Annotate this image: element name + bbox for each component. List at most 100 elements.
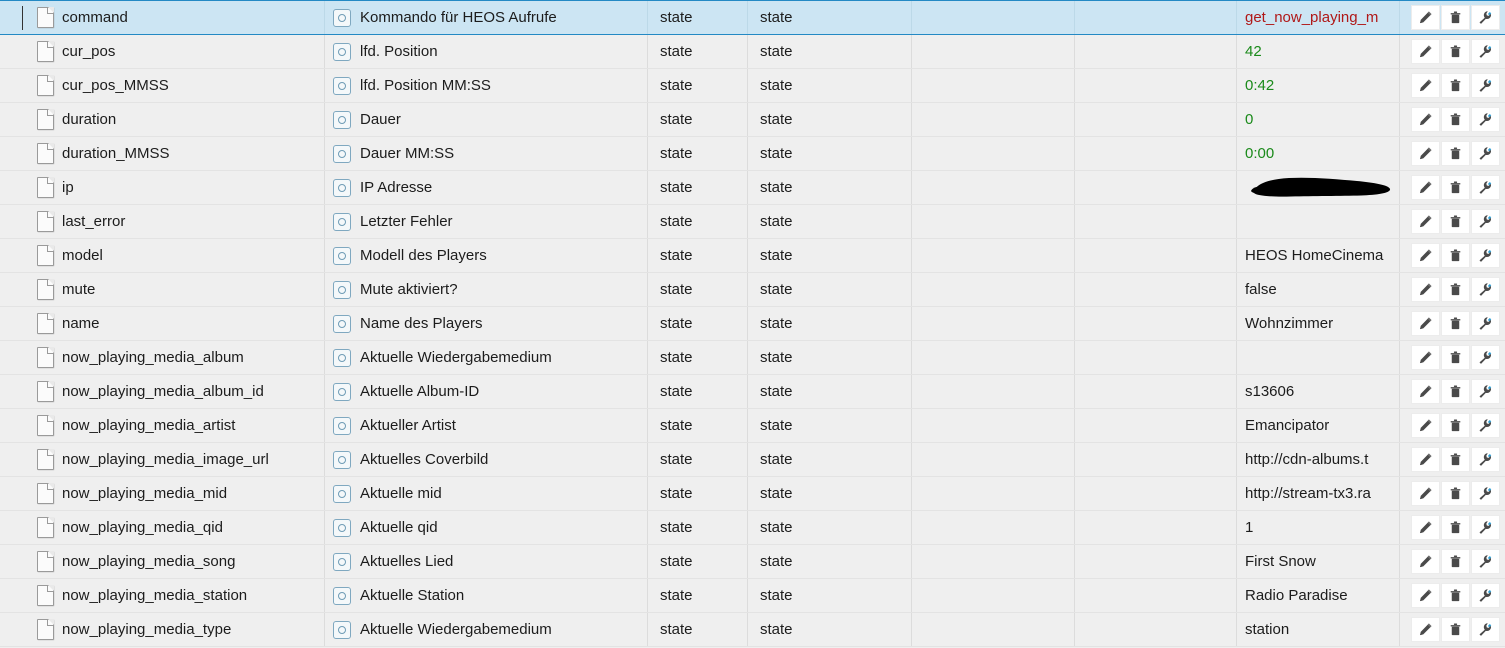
- table-row[interactable]: cur_pos_MMSS lfd. Position MM:SS state stat…: [0, 69, 1505, 103]
- table-row[interactable]: name Name des Players state state Wohnzimmer: [0, 307, 1505, 341]
- edit-button[interactable]: [1411, 209, 1440, 234]
- settings-button[interactable]: [1471, 141, 1500, 166]
- object-role: state: [660, 383, 693, 400]
- delete-button[interactable]: [1441, 583, 1470, 608]
- settings-button[interactable]: [1471, 243, 1500, 268]
- edit-button[interactable]: [1411, 243, 1440, 268]
- delete-button[interactable]: [1441, 549, 1470, 574]
- table-row[interactable]: now_playing_media_type Aktuelle Wiedergab…: [0, 613, 1505, 647]
- cell-empty-1: [912, 103, 1075, 136]
- cell-empty-2: [1075, 307, 1237, 340]
- edit-button[interactable]: [1411, 39, 1440, 64]
- delete-button[interactable]: [1441, 515, 1470, 540]
- object-type: state: [760, 213, 793, 230]
- edit-button[interactable]: [1411, 447, 1440, 472]
- delete-button[interactable]: [1441, 447, 1470, 472]
- settings-button[interactable]: [1471, 379, 1500, 404]
- edit-button[interactable]: [1411, 413, 1440, 438]
- table-row[interactable]: command Kommando für HEOS Aufrufe state sta…: [0, 0, 1505, 35]
- cell-value: get_now_playing_m: [1237, 1, 1400, 34]
- table-row[interactable]: model Modell des Players state state HEOS Ho…: [0, 239, 1505, 273]
- object-type: state: [760, 43, 793, 60]
- edit-button[interactable]: [1411, 141, 1440, 166]
- table-row[interactable]: now_playing_media_album Aktuelle Wiederga…: [0, 341, 1505, 375]
- table-row[interactable]: ip IP Adresse state state: [0, 171, 1505, 205]
- edit-button[interactable]: [1411, 549, 1440, 574]
- object-value: 1: [1245, 519, 1254, 536]
- delete-button[interactable]: [1441, 243, 1470, 268]
- table-row[interactable]: now_playing_media_artist Aktueller Artist…: [0, 409, 1505, 443]
- table-row[interactable]: now_playing_media_mid Aktuelle mid state st…: [0, 477, 1505, 511]
- cell-type: state: [748, 1, 912, 34]
- delete-button[interactable]: [1441, 345, 1470, 370]
- delete-button[interactable]: [1441, 39, 1470, 64]
- edit-button[interactable]: [1411, 515, 1440, 540]
- delete-button[interactable]: [1441, 107, 1470, 132]
- table-row[interactable]: now_playing_media_image_url Aktuelles Cov…: [0, 443, 1505, 477]
- delete-button[interactable]: [1441, 413, 1470, 438]
- edit-button[interactable]: [1411, 379, 1440, 404]
- delete-button[interactable]: [1441, 277, 1470, 302]
- edit-button[interactable]: [1411, 481, 1440, 506]
- table-row[interactable]: last_error Letzter Fehler state state: [0, 205, 1505, 239]
- table-row[interactable]: now_playing_media_station Aktuelle Statio…: [0, 579, 1505, 613]
- delete-button[interactable]: [1441, 73, 1470, 98]
- delete-button[interactable]: [1441, 5, 1470, 30]
- delete-button[interactable]: [1441, 481, 1470, 506]
- delete-button[interactable]: [1441, 141, 1470, 166]
- object-description: Name des Players: [360, 315, 483, 332]
- cell-role: state: [648, 341, 748, 374]
- settings-button[interactable]: [1471, 345, 1500, 370]
- delete-button[interactable]: [1441, 379, 1470, 404]
- cell-empty-2: [1075, 103, 1237, 136]
- settings-button[interactable]: [1471, 583, 1500, 608]
- edit-button[interactable]: [1411, 73, 1440, 98]
- settings-button[interactable]: [1471, 515, 1500, 540]
- object-description: IP Adresse: [360, 179, 433, 196]
- settings-button[interactable]: [1471, 209, 1500, 234]
- settings-button[interactable]: [1471, 39, 1500, 64]
- cell-actions: [1400, 35, 1505, 68]
- delete-button[interactable]: [1441, 209, 1470, 234]
- settings-button[interactable]: [1471, 5, 1500, 30]
- table-row[interactable]: duration Dauer state state 0: [0, 103, 1505, 137]
- settings-button[interactable]: [1471, 549, 1500, 574]
- settings-button[interactable]: [1471, 277, 1500, 302]
- delete-button[interactable]: [1441, 617, 1470, 642]
- settings-button[interactable]: [1471, 73, 1500, 98]
- edit-button[interactable]: [1411, 583, 1440, 608]
- edit-button[interactable]: [1411, 5, 1440, 30]
- edit-button[interactable]: [1411, 311, 1440, 336]
- table-row[interactable]: now_playing_media_song Aktuelles Lied stat…: [0, 545, 1505, 579]
- cell-description: Modell des Players: [325, 239, 648, 272]
- cell-value: 0:42: [1237, 69, 1400, 102]
- cell-actions: [1400, 69, 1505, 102]
- table-row[interactable]: cur_pos lfd. Position state state 42: [0, 35, 1505, 69]
- file-icon: [37, 109, 54, 130]
- settings-button[interactable]: [1471, 413, 1500, 438]
- delete-button[interactable]: [1441, 311, 1470, 336]
- cell-name: now_playing_media_qid: [0, 511, 325, 544]
- table-row[interactable]: now_playing_media_qid Aktuelle qid state st…: [0, 511, 1505, 545]
- settings-button[interactable]: [1471, 481, 1500, 506]
- edit-button[interactable]: [1411, 617, 1440, 642]
- redaction-blob: [1249, 175, 1391, 201]
- delete-button[interactable]: [1441, 175, 1470, 200]
- table-row[interactable]: duration_MMSS Dauer MM:SS state state 0:00: [0, 137, 1505, 171]
- object-type: state: [760, 621, 793, 638]
- table-row[interactable]: now_playing_media_album_id Aktuelle Album…: [0, 375, 1505, 409]
- settings-button[interactable]: [1471, 175, 1500, 200]
- cell-name: now_playing_media_type: [0, 613, 325, 646]
- settings-button[interactable]: [1471, 311, 1500, 336]
- settings-button[interactable]: [1471, 447, 1500, 472]
- file-icon: [37, 517, 54, 538]
- edit-button[interactable]: [1411, 345, 1440, 370]
- edit-button[interactable]: [1411, 277, 1440, 302]
- object-description: Aktuelle Wiedergabemedium: [360, 621, 552, 638]
- edit-button[interactable]: [1411, 107, 1440, 132]
- edit-button[interactable]: [1411, 175, 1440, 200]
- settings-button[interactable]: [1471, 617, 1500, 642]
- cell-type: state: [748, 477, 912, 510]
- settings-button[interactable]: [1471, 107, 1500, 132]
- table-row[interactable]: mute Mute aktiviert? state state false: [0, 273, 1505, 307]
